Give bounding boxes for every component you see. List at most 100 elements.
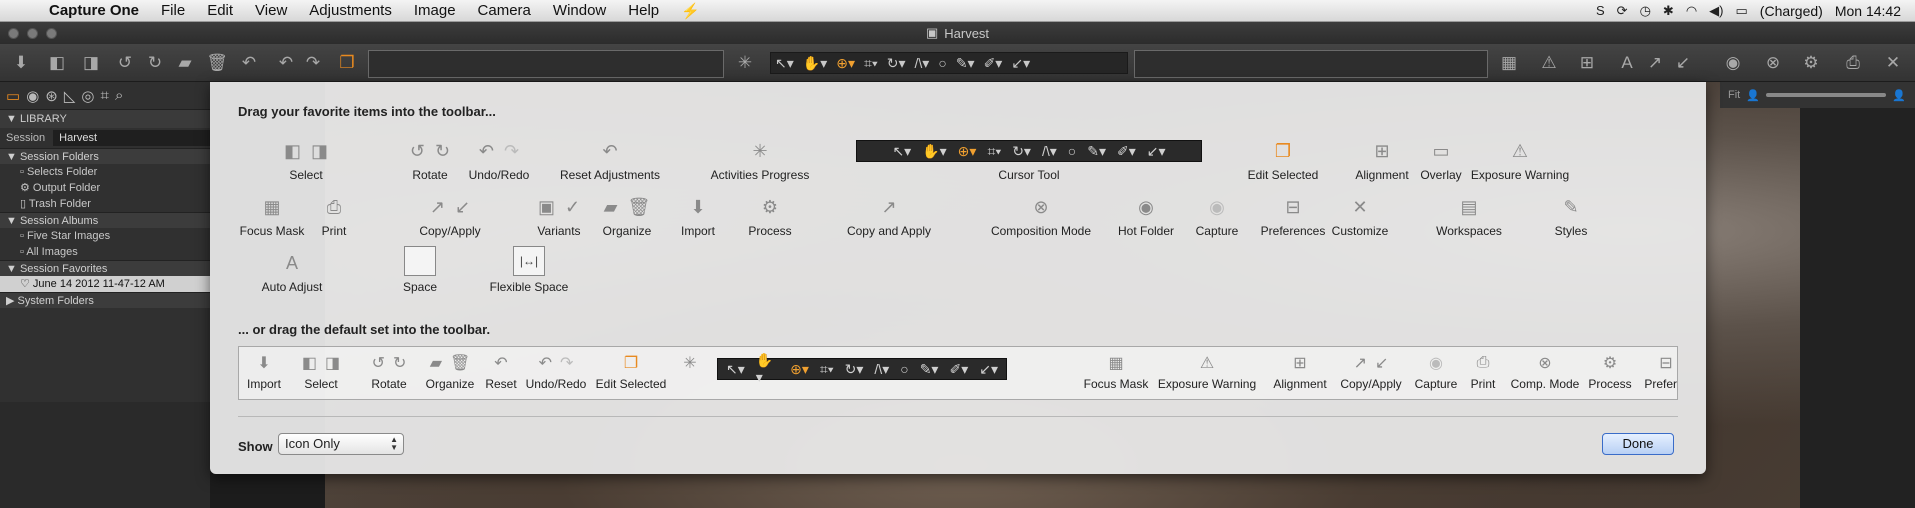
lens-tab-icon[interactable]: ◎	[81, 87, 94, 105]
clock[interactable]: Mon 14:42	[1835, 3, 1901, 19]
sync-icon[interactable]: ⟳	[1617, 3, 1628, 19]
bluetooth-icon[interactable]: ✱	[1663, 3, 1674, 19]
tree-item-output-folder[interactable]: ⚙ Output Folder	[0, 180, 210, 196]
organize-icon[interactable]: ▰	[174, 53, 196, 73]
menu-image[interactable]: Image	[403, 2, 467, 19]
menu-help[interactable]: Help	[617, 2, 670, 19]
capture-icon[interactable]: ◉	[1722, 53, 1744, 73]
item-copy-and-apply[interactable]: ↗ Copy and Apply	[834, 194, 944, 239]
zoom-window-button[interactable]	[46, 28, 57, 39]
rotate-tool-icon[interactable]: ↻▾	[887, 55, 906, 72]
battery-icon[interactable]: ▭	[1736, 3, 1748, 19]
group-session-albums[interactable]: ▼ Session Albums	[0, 212, 210, 228]
zoom-slider[interactable]	[1765, 93, 1886, 97]
item-print[interactable]: ⎙ Print	[304, 194, 364, 239]
item-process[interactable]: ⚙ Process	[740, 194, 800, 239]
minimize-window-button[interactable]	[27, 28, 38, 39]
toolbar-field-left[interactable]	[368, 50, 724, 78]
item-activities-progress[interactable]: ✳ Activities Progress	[690, 138, 830, 183]
item-composition-mode[interactable]: ⊗ Composition Mode	[976, 194, 1106, 239]
item-styles[interactable]: ✎ Styles	[1536, 194, 1606, 239]
auto-adjust-icon[interactable]: A	[1616, 53, 1638, 73]
edit-selected-icon[interactable]: ❐	[336, 53, 358, 73]
copy-icon[interactable]: ↗	[1644, 53, 1666, 73]
menu-app[interactable]: Capture One	[38, 2, 150, 19]
item-space[interactable]: Space	[394, 246, 446, 294]
settings-gear-icon[interactable]: ⚙	[1800, 53, 1822, 73]
volume-icon[interactable]: ◀)	[1709, 3, 1723, 19]
trash-icon[interactable]: 🗑	[206, 53, 228, 73]
circle-tool-icon[interactable]: ○	[938, 55, 946, 71]
crop-tool-icon[interactable]: ⌗▾	[864, 55, 878, 72]
item-reset-adjustments[interactable]: ↶ Reset Adjustments	[540, 138, 680, 183]
composition-mode-icon[interactable]: ⊗	[1762, 53, 1784, 73]
library-header[interactable]: ▼ LIBRARY	[0, 110, 210, 128]
apply-tool-icon[interactable]: ↙▾	[1011, 55, 1030, 72]
redo-icon[interactable]: ↷	[302, 53, 324, 73]
item-copy-apply[interactable]: ↗ ↙ Copy/Apply	[410, 194, 490, 239]
session-value[interactable]: Harvest	[53, 130, 210, 146]
menu-view[interactable]: View	[244, 2, 298, 19]
tree-item-all-images[interactable]: ▫ All Images	[0, 244, 210, 260]
menu-camera[interactable]: Camera	[467, 2, 542, 19]
customize-tools-icon[interactable]: ✕	[1882, 53, 1904, 73]
show-mode-select[interactable]: Icon Only ▲ ▼	[278, 433, 404, 455]
group-session-favorites[interactable]: ▼ Session Favorites	[0, 260, 210, 276]
rotate-right-icon[interactable]: ↻	[144, 53, 166, 73]
undo-icon[interactable]: ↶	[275, 53, 297, 73]
select-prev-icon[interactable]: ◧	[46, 53, 68, 73]
tree-item-five-star[interactable]: ▫ Five Star Images	[0, 228, 210, 244]
picker-tool-icon[interactable]: ✐▾	[984, 55, 1003, 72]
keystone-tool-icon[interactable]: /\▾	[915, 55, 930, 72]
script-menu-icon[interactable]: ⚡	[670, 2, 711, 20]
wifi-icon[interactable]: ◠	[1686, 3, 1697, 19]
item-cursor-tool[interactable]: ↖▾ ✋▾ ⊕▾ ⌗▾ ↻▾ /\▾ ○ ✎▾ ✐▾ ↙▾ Cursor Too…	[856, 138, 1202, 182]
item-focus-mask[interactable]: ▦ Focus Mask	[232, 194, 312, 239]
reset-icon[interactable]: ↶	[238, 53, 260, 73]
menu-edit[interactable]: Edit	[196, 2, 244, 19]
group-session-folders[interactable]: ▼ Session Folders	[0, 148, 210, 164]
details-tab-icon[interactable]: ⌗	[101, 87, 109, 104]
item-hot-folder[interactable]: ◉ Hot Folder	[1106, 194, 1186, 239]
default-toolbar-set[interactable]: ⬇ Import ◧ ◨ Select ↺ ↻ Rotate ▰ 🗑 Organize…	[238, 346, 1678, 400]
item-variants[interactable]: ▣ ✓ Variants	[524, 194, 594, 239]
zoom-tool-icon[interactable]: ⊕▾	[836, 55, 855, 72]
import-icon[interactable]: ⬇	[10, 53, 32, 73]
item-workspaces[interactable]: ▤ Workspaces	[1424, 194, 1514, 239]
item-select[interactable]: ◧ ◨ Select	[266, 138, 346, 183]
tree-item-trash-folder[interactable]: ▯ Trash Folder	[0, 196, 210, 212]
toolbar-field-right[interactable]	[1134, 50, 1488, 78]
alignment-grid-icon[interactable]: ⊞	[1576, 53, 1598, 73]
brush-tool-icon[interactable]: ✎▾	[956, 55, 975, 72]
exposure-tab-icon[interactable]: ◺	[64, 87, 76, 105]
item-capture[interactable]: ◉ Capture	[1182, 194, 1252, 239]
item-flexible-space[interactable]: |↔| Flexible Space	[484, 246, 574, 294]
select-next-icon[interactable]: ◨	[80, 53, 102, 73]
apply-icon[interactable]: ↙	[1672, 53, 1694, 73]
close-window-button[interactable]	[8, 28, 19, 39]
item-auto-adjust[interactable]: A Auto Adjust	[252, 250, 332, 295]
menu-file[interactable]: File	[150, 2, 196, 19]
focus-mask-icon[interactable]: ▦	[1498, 53, 1520, 73]
print-icon[interactable]: ⎙	[1842, 53, 1864, 73]
color-tab-icon[interactable]: ⊛	[45, 87, 58, 105]
item-exposure-warning[interactable]: ⚠ Exposure Warning	[1460, 138, 1580, 183]
tree-item-selects-folder[interactable]: ▫ Selects Folder	[0, 164, 210, 180]
item-edit-selected[interactable]: ❐ Edit Selected	[1228, 138, 1338, 183]
tree-item-favorite[interactable]: ♡ June 14 2012 11-47-12 AM	[0, 276, 210, 292]
rotate-left-icon[interactable]: ↺	[114, 53, 136, 73]
item-customize[interactable]: ✕ Customize	[1320, 194, 1400, 239]
pointer-tool-icon[interactable]: ↖▾	[775, 55, 794, 72]
exposure-warning-icon[interactable]: ⚠	[1538, 53, 1560, 73]
capture-tab-icon[interactable]: ◉	[26, 87, 39, 105]
skype-icon[interactable]: S	[1596, 3, 1605, 18]
item-undo-redo[interactable]: ↶ ↷ Undo/Redo	[454, 138, 544, 183]
item-import[interactable]: ⬇ Import	[668, 194, 728, 239]
hand-tool-icon[interactable]: ✋▾	[803, 55, 827, 72]
menu-window[interactable]: Window	[542, 2, 617, 19]
done-button[interactable]: Done	[1602, 433, 1674, 455]
item-organize[interactable]: ▰ 🗑 Organize	[592, 194, 662, 239]
search-tab-icon[interactable]: ⌕	[115, 87, 123, 104]
library-tab-icon[interactable]: ▭	[6, 87, 20, 105]
menu-adjustments[interactable]: Adjustments	[298, 2, 403, 19]
